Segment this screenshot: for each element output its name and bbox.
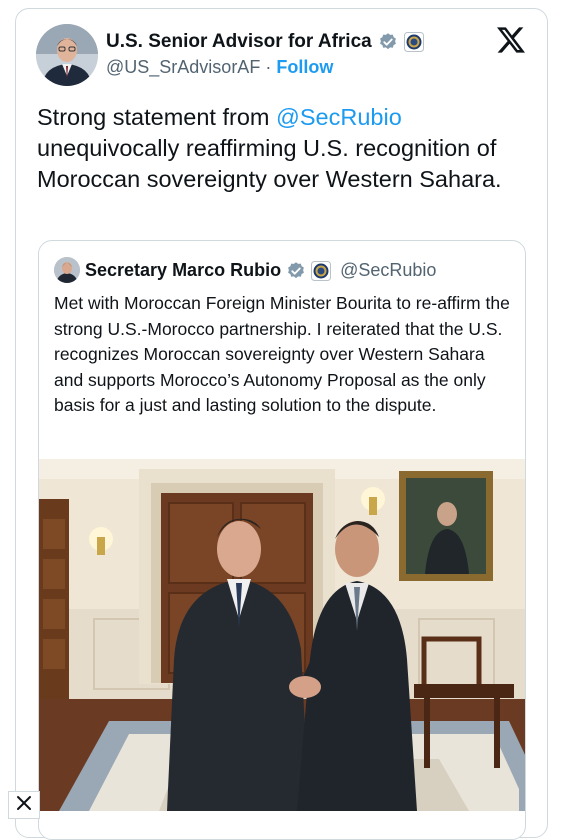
quoted-author-name[interactable]: Secretary Marco Rubio xyxy=(85,260,281,281)
close-icon xyxy=(16,795,32,816)
quoted-tweet[interactable]: Secretary Marco Rubio @SecRubio Met with… xyxy=(38,240,526,840)
tweet-text-before: Strong statement from xyxy=(37,104,277,130)
quoted-verified-badge-icon xyxy=(286,261,306,281)
quoted-government-seal-icon xyxy=(311,260,332,281)
follow-button[interactable]: Follow xyxy=(276,57,333,77)
separator-dot: · xyxy=(265,57,277,77)
quoted-author-handle[interactable]: @SecRubio xyxy=(340,260,436,281)
quoted-name-row: Secretary Marco Rubio @SecRubio xyxy=(85,260,436,281)
author-handle[interactable]: @US_SrAdvisorAF xyxy=(106,57,260,77)
verified-badge-icon xyxy=(378,32,398,52)
x-logo-icon[interactable] xyxy=(497,26,525,54)
quoted-tweet-text: Met with Moroccan Foreign Minister Bouri… xyxy=(54,293,510,415)
author-name-row: U.S. Senior Advisor for Africa xyxy=(106,31,424,53)
quoted-author-avatar[interactable] xyxy=(54,257,80,283)
tweet-text: Strong statement from @SecRubio unequivo… xyxy=(37,102,527,195)
author-avatar[interactable] xyxy=(36,24,98,86)
quoted-tweet-photo[interactable] xyxy=(39,459,525,811)
author-handle-row: @US_SrAdvisorAF · Follow xyxy=(106,57,333,78)
tweet-text-after: unequivocally reaffirming U.S. recogniti… xyxy=(37,135,502,192)
government-seal-icon xyxy=(403,32,424,52)
author-name[interactable]: U.S. Senior Advisor for Africa xyxy=(106,31,372,53)
mention-link[interactable]: @SecRubio xyxy=(276,104,402,130)
